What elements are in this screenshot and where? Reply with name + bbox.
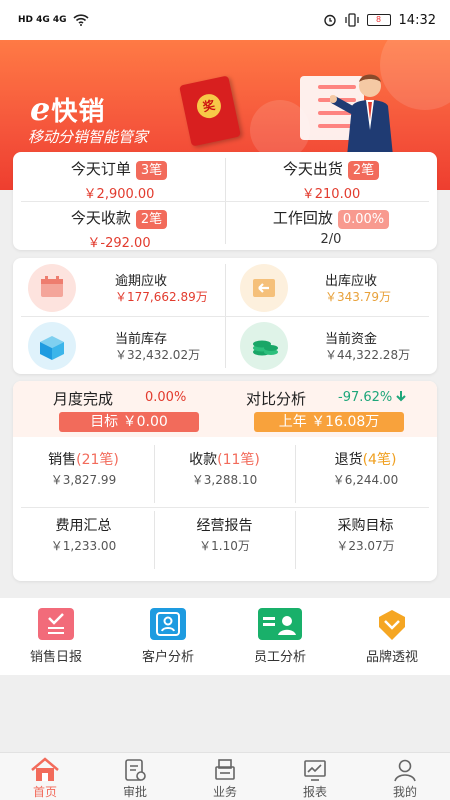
sales-report-icon [38,608,74,640]
money-stack-icon [240,322,288,370]
outbound-receivable[interactable]: 出库应收 ￥343.79万 [225,258,437,316]
divider [295,445,296,503]
comparison-percent: -97.62% [338,390,407,405]
today-shipments-value: ￥210.00 [301,187,361,202]
arrow-down-icon [396,391,406,402]
stat-expenses[interactable]: 费用汇总 ￥1,233.00 [13,507,154,569]
vibrate-icon [344,13,359,27]
today-receipts[interactable]: 今天收款 2笔 ￥-292.00 [13,201,225,251]
network-info: HD 4G 4G [18,15,67,25]
work-playback-label: 工作回放 [272,209,333,227]
monthly-stats-card: 月度完成 0.00% 对比分析 -97.62% 目标 ￥0.00 上年 ￥16.… [13,381,437,581]
stat-purchase-target[interactable]: 采购目标 ￥23.07万 [295,507,436,569]
quick-link-brand-insight[interactable]: 品牌透视 [336,608,448,665]
today-shipments-label: 今天出货 [282,160,343,178]
customer-analysis-icon [150,608,186,640]
tab-business[interactable]: 业务 [180,757,270,800]
divider [21,316,429,317]
last-year-pill[interactable]: 上年 ￥16.08万 [254,412,404,432]
profile-icon [360,757,450,783]
stat-returns[interactable]: 退货(4笔) ￥6,244.00 [295,441,436,503]
finance-card: 逾期应收 ￥177,662.89万 出库应收 ￥343.79万 当前库存 ￥32… [13,258,437,374]
overdue-receivable-label: 逾期应收 [115,274,168,289]
monthly-completion-title: 月度完成 [53,390,114,408]
brand-badge-icon [374,608,410,640]
stat-sales[interactable]: 销售(21笔) ￥3,827.99 [13,441,154,503]
divider [154,511,155,569]
outbound-icon [240,264,288,312]
stat-receipts[interactable]: 收款(11笔) ￥3,288.10 [154,441,295,503]
tab-report[interactable]: 报表 [270,757,360,800]
wifi-icon [73,14,89,26]
daily-summary-card: 今天订单 3笔 ￥2,900.00 今天出货 2笔 ￥210.00 今天收款 2笔 ￥… [13,152,437,251]
approval-icon [90,757,180,783]
tab-approval[interactable]: 审批 [90,757,180,800]
divider [295,511,296,569]
today-orders-label: 今天订单 [70,160,131,178]
divider [154,445,155,503]
current-funds-value: ￥44,322.28万 [325,348,411,362]
status-right: 8 14:32 [323,13,436,28]
monthly-summary: 月度完成 0.00% 对比分析 -97.62% 目标 ￥0.00 上年 ￥16.… [13,381,437,437]
quick-link-sales-report[interactable]: 销售日报 [0,608,112,665]
work-playback[interactable]: 工作回放 0.00% 2/0 [225,201,437,250]
monthly-target-pill[interactable]: 目标 ￥0.00 [59,412,199,432]
inventory-box-icon [28,322,76,370]
bottom-tab-bar: 首页 审批 业务 报表 我的 [0,752,450,800]
tab-home[interactable]: 首页 [0,757,90,800]
today-receipts-label: 今天收款 [70,209,131,227]
today-orders-value: ￥2,900.00 [83,187,155,202]
overdue-receivable-value: ￥177,662.89万 [115,290,208,304]
quick-links: 销售日报 客户分析 员工分析 品牌透视 [0,598,450,675]
current-funds[interactable]: 当前资金 ￥44,322.28万 [225,316,437,374]
signal-indicators: HD 4G 4G [18,14,89,26]
today-shipments[interactable]: 今天出货 2笔 ￥210.00 [225,152,437,202]
overdue-receivable[interactable]: 逾期应收 ￥177,662.89万 [13,258,225,316]
count-badge: 2笔 [135,210,168,229]
business-icon [180,757,270,783]
work-playback-value: 2/0 [320,232,342,247]
outbound-receivable-label: 出库应收 [325,274,378,289]
monthly-completion-percent: 0.00% [145,390,187,405]
employee-analysis-icon [258,608,302,640]
current-funds-label: 当前资金 [325,332,378,347]
divider [21,507,429,508]
report-icon [270,757,360,783]
current-inventory-value: ￥32,432.02万 [115,348,201,362]
current-inventory-label: 当前库存 [115,332,168,347]
clock: 14:32 [398,12,436,28]
count-badge: 2笔 [347,161,380,180]
percent-badge: 0.00% [337,210,390,229]
home-icon [0,757,90,783]
status-bar: HD 4G 4G 8 14:32 [0,0,450,40]
app-slogan: 移动分销智能管家 [28,128,149,146]
comparison-title: 对比分析 [246,390,307,408]
outbound-receivable-value: ￥343.79万 [325,290,391,304]
today-receipts-value: ￥-292.00 [87,236,151,251]
today-orders[interactable]: 今天订单 3笔 ￥2,900.00 [13,152,225,202]
tab-profile[interactable]: 我的 [360,757,450,800]
count-badge: 3笔 [135,161,168,180]
alarm-icon [323,14,336,27]
quick-link-customer-analysis[interactable]: 客户分析 [112,608,224,665]
red-packet-icon: 奖 [179,75,241,147]
battery-icon: 8 [366,14,391,26]
divider [21,201,429,202]
quick-link-employee-analysis[interactable]: 员工分析 [224,608,336,665]
stat-business-report[interactable]: 经营报告 ￥1.10万 [154,507,295,569]
current-inventory[interactable]: 当前库存 ￥32,432.02万 [13,316,225,374]
app-logo: e快销 [30,90,106,128]
calendar-icon [28,264,76,312]
